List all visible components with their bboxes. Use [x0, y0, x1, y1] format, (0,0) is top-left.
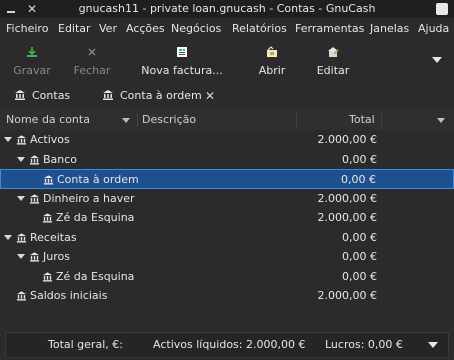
- account-total: 0,00 €: [342, 269, 377, 283]
- column-separator: [381, 113, 382, 127]
- account-total: 2.000,00 €: [317, 191, 377, 205]
- edit-icon: [328, 47, 339, 57]
- net-assets: Activos líquidos: 2.000,00 €: [153, 338, 306, 351]
- menu-bar: Ficheiro Editar Ver Acções Negócios Rela…: [0, 18, 454, 40]
- edit-button[interactable]: Editar: [312, 44, 354, 80]
- account-name: Saldos iniciais: [30, 289, 108, 302]
- edit-label: Editar: [316, 64, 350, 77]
- new-invoice-icon: [177, 47, 187, 57]
- account-total: 0,00 €: [342, 152, 377, 166]
- account-name: Zé da Esquina: [56, 269, 135, 283]
- column-separator: [137, 113, 138, 127]
- expander-chevron-down-icon[interactable]: [4, 234, 12, 240]
- tab-close-icon[interactable]: ✕: [205, 82, 215, 110]
- account-icon: [16, 232, 27, 243]
- account-name: Dinheiro a haver: [43, 191, 135, 205]
- tab-contas[interactable]: Contas: [14, 82, 84, 112]
- save-button[interactable]: Gravar: [10, 44, 54, 80]
- column-total[interactable]: Total: [349, 110, 375, 130]
- menu-ajuda[interactable]: Ajuda: [418, 18, 449, 40]
- account-icon: [42, 271, 53, 282]
- open-label: Abrir: [258, 64, 286, 77]
- tab-conta-a-ordem[interactable]: Conta à ordem: [102, 82, 202, 110]
- title-bar: ✕ gnucash11 - private loan.gnucash - Con…: [0, 0, 454, 18]
- menu-relatorios[interactable]: Relatórios: [232, 18, 287, 40]
- column-account-name[interactable]: Nome da conta: [6, 110, 90, 130]
- account-row-juros[interactable]: Juros 0,00 €: [0, 247, 454, 267]
- column-chooser-chevron-down-icon[interactable]: [437, 118, 445, 123]
- toolbar: Gravar Fechar Nova factura... Abrir Edit…: [0, 40, 454, 82]
- account-row-activos[interactable]: Activos 2.000,00 €: [0, 130, 454, 150]
- tab-conta-a-ordem-label: Conta à ordem: [120, 89, 202, 102]
- toolbar-overflow-chevron-down-icon[interactable]: [432, 57, 442, 63]
- account-icon: [29, 154, 40, 165]
- close-label: Fechar: [73, 64, 111, 77]
- column-separator: [296, 113, 297, 127]
- account-row-receitas[interactable]: Receitas 0,00 €: [0, 228, 454, 248]
- account-icon: [16, 291, 27, 301]
- account-name: Zé da Esquina: [56, 211, 135, 224]
- account-name: Banco: [43, 152, 78, 166]
- open-icon: [267, 46, 277, 57]
- profits: Lucros: 0,00 €: [325, 338, 403, 351]
- account-icon: [43, 175, 54, 185]
- new-invoice-button[interactable]: Nova factura...: [140, 44, 224, 80]
- summary-bar: Total geral, €: Activos líquidos: 2.000,…: [5, 332, 449, 358]
- account-icon: [16, 135, 27, 145]
- save-icon: [27, 47, 37, 57]
- tab-contas-label: Contas: [32, 89, 71, 102]
- account-icon: [103, 90, 113, 100]
- menu-negocios[interactable]: Negócios: [171, 18, 221, 40]
- account-total: 2.000,00 €: [317, 289, 377, 302]
- accounts-icon: [15, 90, 25, 100]
- account-name: Juros: [43, 250, 70, 263]
- account-row-ze-da-esquina-income[interactable]: Zé da Esquina 0,00 €: [0, 267, 454, 287]
- currency-chevron-down-icon[interactable]: [428, 342, 438, 348]
- account-row-saldos-iniciais[interactable]: Saldos iniciais 2.000,00 €: [0, 286, 454, 306]
- account-row-ze-da-esquina[interactable]: Zé da Esquina 2.000,00 €: [0, 208, 454, 228]
- close-button[interactable]: Fechar: [70, 44, 114, 80]
- account-icon: [29, 193, 40, 204]
- account-name: Conta à ordem: [57, 173, 139, 186]
- column-description[interactable]: Descrição: [142, 110, 196, 130]
- account-total: 2.000,00 €: [317, 211, 377, 224]
- maximize-button[interactable]: [436, 3, 448, 15]
- menu-editar[interactable]: Editar: [58, 18, 91, 40]
- account-row-dinheiro-a-haver[interactable]: Dinheiro a haver 2.000,00 €: [0, 189, 454, 209]
- menu-ficheiro[interactable]: Ficheiro: [6, 18, 48, 40]
- save-label: Gravar: [13, 64, 51, 77]
- menu-janelas[interactable]: Janelas: [370, 18, 409, 40]
- account-name: Activos: [30, 133, 70, 146]
- menu-ferramentas[interactable]: Ferramentas: [295, 18, 364, 40]
- close-icon: [88, 48, 96, 56]
- accounts-tree: Activos 2.000,00 € Banco 0,00 € Conta à …: [0, 130, 454, 302]
- sort-chevron-down-icon[interactable]: [122, 118, 130, 123]
- new-invoice-label: Nova factura...: [141, 64, 223, 77]
- expander-chevron-down-icon[interactable]: [4, 137, 12, 142]
- grand-total-label: Total geral, €:: [48, 338, 123, 351]
- menu-accoes[interactable]: Acções: [126, 18, 165, 40]
- window-title: gnucash11 - private loan.gnucash - Conta…: [78, 2, 376, 15]
- expander-chevron-down-icon[interactable]: [17, 195, 25, 201]
- account-name: Receitas: [30, 230, 77, 244]
- accounts-tree-header: Nome da conta Descrição Total: [0, 110, 454, 131]
- menu-ver[interactable]: Ver: [99, 18, 117, 40]
- account-total: 2.000,00 €: [317, 133, 377, 146]
- expander-chevron-down-icon[interactable]: [17, 254, 25, 259]
- account-total: 0,00 €: [341, 173, 376, 186]
- account-row-conta-a-ordem[interactable]: Conta à ordem 0,00 €: [0, 169, 454, 189]
- expander-chevron-down-icon[interactable]: [17, 156, 25, 162]
- tab-bar: Contas Conta à ordem ✕: [0, 82, 454, 112]
- account-icon: [29, 252, 40, 262]
- account-total: 0,00 €: [342, 230, 377, 244]
- account-icon: [42, 213, 53, 223]
- account-row-banco[interactable]: Banco 0,00 €: [0, 150, 454, 170]
- open-button[interactable]: Abrir: [252, 44, 292, 80]
- account-total: 0,00 €: [342, 250, 377, 263]
